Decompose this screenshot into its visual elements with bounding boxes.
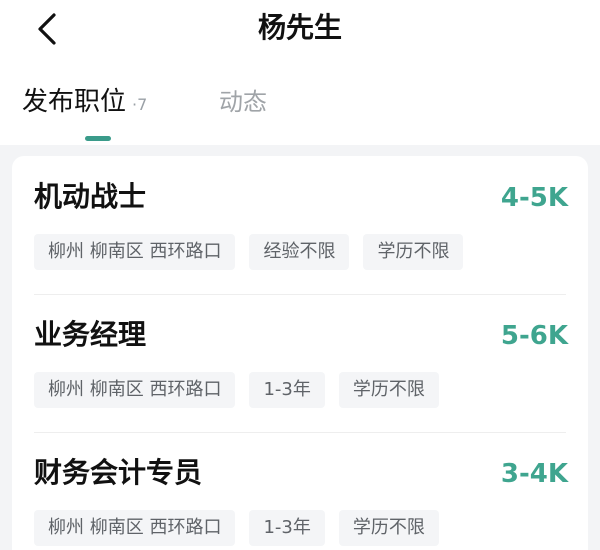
location-tag: 柳州 柳南区 西环路口 — [34, 510, 236, 546]
page-title: 杨先生 — [257, 11, 342, 44]
location-tag: 柳州 柳南区 西环路口 — [34, 234, 236, 270]
tab-activity[interactable]: 动态 — [219, 82, 267, 122]
job-tags: 柳州 柳南区 西环路口 1-3年 学历不限 — [34, 510, 439, 546]
tab-posted-jobs-label: 发布职位 — [22, 87, 127, 117]
job-tags: 柳州 柳南区 西环路口 经验不限 学历不限 — [34, 234, 464, 270]
active-tab-indicator — [85, 136, 111, 141]
top-bar: 杨先生 发布职位 ·7 动态 — [0, 0, 600, 145]
job-salary: 4-5K — [500, 183, 568, 213]
job-title: 机动战士 — [34, 180, 147, 213]
job-salary: 3-4K — [500, 459, 568, 489]
tab-posted-jobs[interactable]: 发布职位 ·7 — [22, 82, 147, 122]
job-item[interactable]: 财务会计专员 3-4K 柳州 柳南区 西环路口 1-3年 学历不限 — [12, 432, 588, 550]
job-title: 业务经理 — [34, 318, 147, 351]
tab-bar: 发布职位 ·7 动态 — [22, 82, 582, 142]
location-tag: 柳州 柳南区 西环路口 — [34, 372, 236, 408]
job-title: 财务会计专员 — [34, 456, 203, 489]
job-salary: 5-6K — [500, 321, 568, 351]
job-poster-profile-screen: 杨先生 发布职位 ·7 动态 机动战士 4-5K 柳州 柳南区 西环路口 经验不… — [0, 0, 600, 550]
education-tag: 学历不限 — [338, 510, 439, 546]
job-item[interactable]: 业务经理 5-6K 柳州 柳南区 西环路口 1-3年 学历不限 — [12, 294, 588, 432]
experience-tag: 1-3年 — [249, 372, 325, 408]
tab-posted-jobs-count: ·7 — [132, 95, 148, 114]
job-item[interactable]: 机动战士 4-5K 柳州 柳南区 西环路口 经验不限 学历不限 — [12, 156, 588, 294]
experience-tag: 经验不限 — [249, 234, 350, 270]
education-tag: 学历不限 — [338, 372, 439, 408]
education-tag: 学历不限 — [363, 234, 464, 270]
job-tags: 柳州 柳南区 西环路口 1-3年 学历不限 — [34, 372, 439, 408]
job-list: 机动战士 4-5K 柳州 柳南区 西环路口 经验不限 学历不限 业务经理 5-6… — [12, 156, 588, 550]
experience-tag: 1-3年 — [249, 510, 325, 546]
